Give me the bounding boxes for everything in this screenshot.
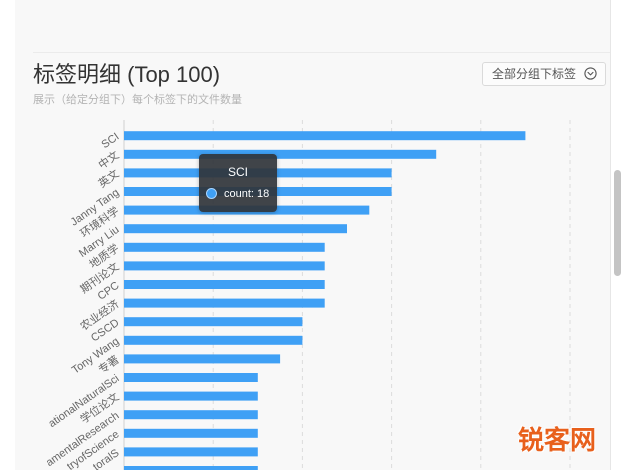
bar-7[interactable]	[124, 242, 325, 252]
bar-13[interactable]	[124, 354, 281, 364]
bar-chart: SCI中文英文Janny Tang环境科学Marry Liu地质学期刊论文CPC…	[44, 120, 571, 470]
bar-17[interactable]	[124, 428, 258, 438]
scrollbar-thumb[interactable]	[614, 170, 621, 276]
bar-6[interactable]	[124, 224, 347, 234]
bar-10[interactable]	[124, 298, 325, 308]
tooltip-title: SCI	[227, 165, 248, 179]
bar-9[interactable]	[124, 280, 325, 289]
y-axis-label: 英文	[95, 166, 121, 190]
page-subtitle: 展示（给定分组下）每个标签下的文件数量	[33, 94, 242, 106]
bar-14[interactable]	[124, 373, 258, 382]
series-marker-icon	[206, 188, 217, 199]
group-select[interactable]: 全部分组下标签	[482, 62, 606, 86]
bar-1[interactable]	[124, 131, 526, 141]
bar-15[interactable]	[124, 391, 258, 401]
bar-2[interactable]	[124, 149, 437, 159]
watermark-logo: 锐客网	[518, 425, 597, 455]
section-divider	[33, 52, 610, 53]
y-axis-labels: SCI中文英文Janny Tang环境科学Marry Liu地质学期刊论文CPC…	[44, 131, 122, 470]
bar-layer	[124, 131, 526, 470]
chart-tooltip: SCI count: 18	[199, 154, 277, 212]
bar-12[interactable]	[124, 335, 303, 345]
chevron-down-circle-icon	[584, 67, 597, 80]
y-axis-label: 中文	[95, 148, 121, 172]
bar-8[interactable]	[124, 261, 325, 271]
y-axis-label: SCI	[100, 131, 122, 151]
bar-16[interactable]	[124, 410, 258, 420]
tooltip-value: count: 18	[224, 188, 270, 200]
bar-18[interactable]	[124, 447, 258, 457]
group-select-value: 全部分组下标签	[492, 67, 577, 81]
page-title: 标签明细 (Top 100)	[33, 62, 221, 87]
bar-11[interactable]	[124, 317, 303, 327]
bar-19[interactable]	[124, 466, 258, 470]
